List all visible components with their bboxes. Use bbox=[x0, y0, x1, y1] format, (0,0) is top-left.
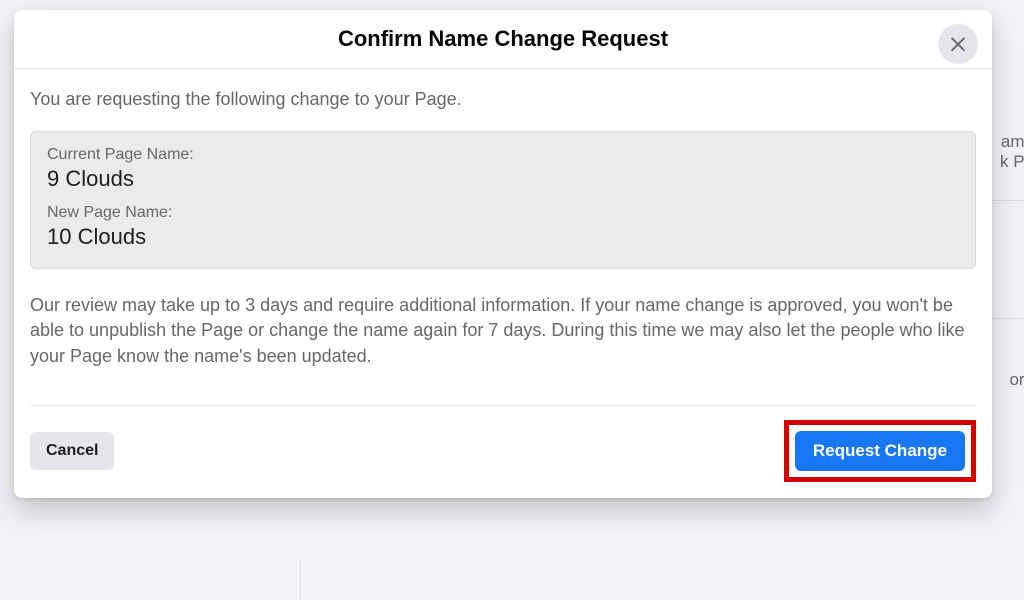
new-name-label: New Page Name: bbox=[47, 204, 959, 222]
cancel-button[interactable]: Cancel bbox=[30, 432, 114, 470]
bg-text-fragment: ame bbox=[1001, 132, 1024, 152]
new-name-value: 10 Clouds bbox=[47, 224, 959, 250]
current-name-label: Current Page Name: bbox=[47, 146, 959, 164]
name-change-card: Current Page Name: 9 Clouds New Page Nam… bbox=[30, 131, 976, 269]
bg-text-fragment: or t bbox=[1009, 370, 1024, 390]
modal-title: Confirm Name Change Request bbox=[338, 26, 668, 52]
review-info-text: Our review may take up to 3 days and req… bbox=[30, 293, 976, 369]
modal-footer: Cancel Request Change bbox=[14, 406, 992, 498]
close-button[interactable] bbox=[938, 24, 978, 64]
bg-divider bbox=[300, 560, 301, 600]
modal-body: You are requesting the following change … bbox=[14, 69, 992, 405]
confirm-name-change-modal: Confirm Name Change Request You are requ… bbox=[14, 10, 992, 498]
request-change-button[interactable]: Request Change bbox=[795, 431, 965, 471]
bg-text-fragment: k Pa bbox=[1000, 152, 1024, 172]
modal-header: Confirm Name Change Request bbox=[14, 10, 992, 69]
close-icon bbox=[947, 32, 969, 57]
intro-text: You are requesting the following change … bbox=[30, 87, 976, 111]
highlight-box: Request Change bbox=[784, 420, 976, 482]
current-name-value: 9 Clouds bbox=[47, 166, 959, 192]
